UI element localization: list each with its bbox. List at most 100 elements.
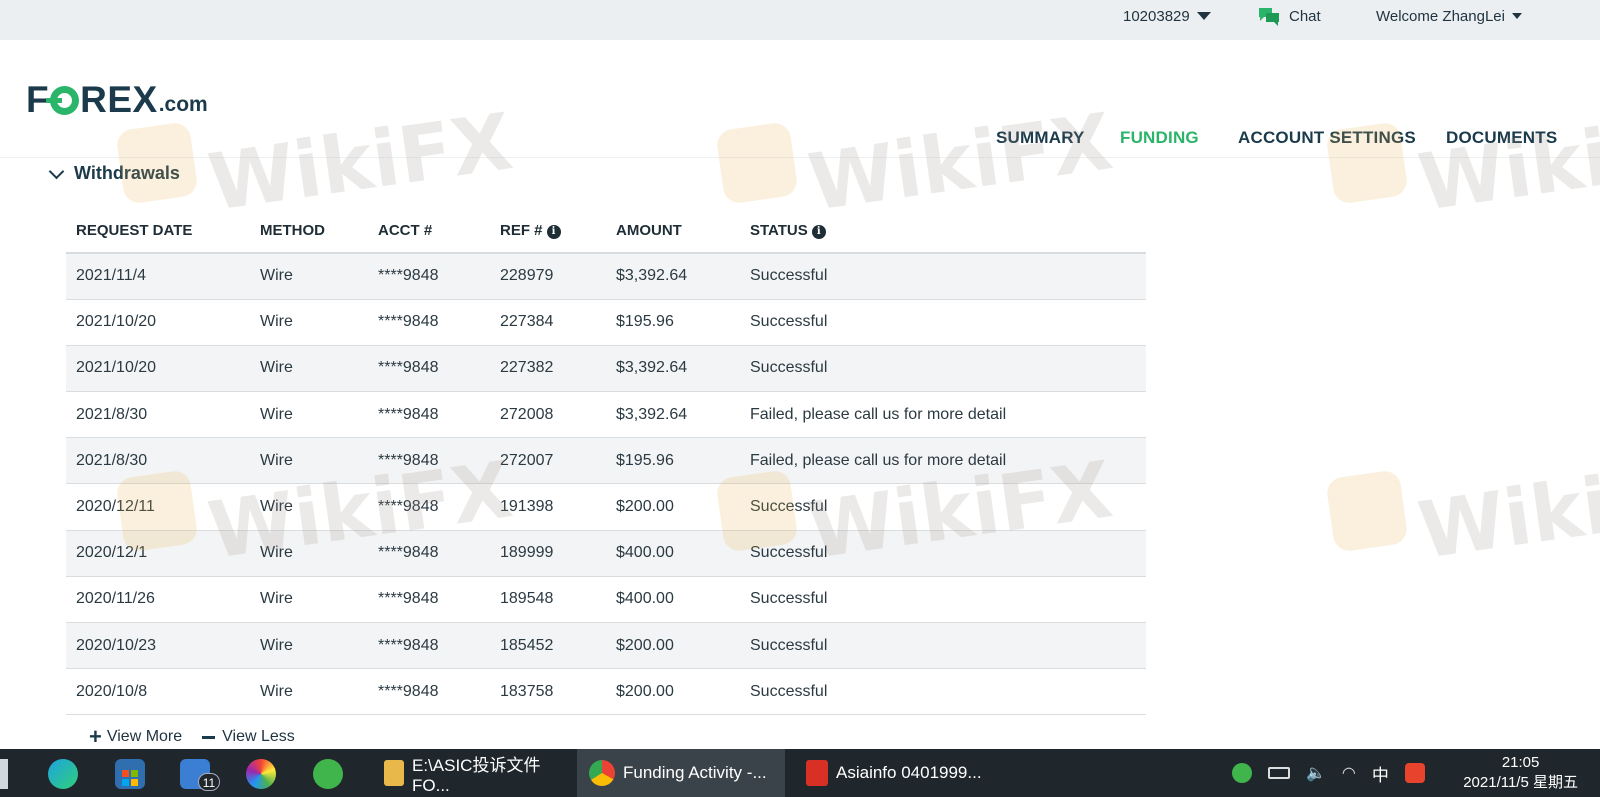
photos-app-icon[interactable]: [246, 759, 276, 789]
clock-date: 2021/11/5 星期五: [1463, 774, 1578, 791]
col-status: STATUS i: [740, 208, 1146, 254]
col-amount: AMOUNT: [606, 208, 740, 254]
cell-method: Wire: [250, 622, 368, 670]
nav-funding[interactable]: FUNDING: [1120, 128, 1199, 148]
col-method: METHOD: [250, 208, 368, 254]
table-row: 2021/10/20 Wire ****9848 227382 $3,392.64 Suc…: [66, 345, 1146, 393]
cell-date: 2021/10/20: [66, 345, 250, 393]
withdrawals-table: REQUEST DATE METHOD ACCT # REF # i AMOUNT…: [66, 208, 1146, 716]
cell-method: Wire: [250, 576, 368, 624]
cell-date: 2020/10/23: [66, 622, 250, 670]
cell-acct: ****9848: [368, 345, 490, 393]
cell-ref: 227382: [490, 345, 606, 393]
table-row: 2020/10/23 Wire ****9848 185452 $200.00 Succe…: [66, 622, 1146, 670]
nav-summary[interactable]: SUMMARY: [996, 128, 1085, 148]
watermark-logo-icon: [1325, 469, 1409, 553]
cell-ref: 189548: [490, 576, 606, 624]
cell-method: Wire: [250, 530, 368, 577]
info-icon[interactable]: i: [546, 224, 561, 239]
system-tray: 🔈 ◠ 中: [1232, 749, 1425, 797]
view-less-label: View Less: [222, 728, 295, 745]
ime-indicator[interactable]: 中: [1372, 761, 1389, 786]
welcome-text: Welcome ZhangLei: [1376, 7, 1505, 25]
nav-account-settings[interactable]: ACCOUNT SETTINGS: [1238, 128, 1416, 148]
chat-bubbles-icon: [1257, 5, 1281, 27]
cell-acct: ****9848: [368, 253, 490, 300]
watermark: WikiFX: [1325, 445, 1600, 577]
cell-status: Successful: [740, 299, 1146, 346]
cell-acct: ****9848: [368, 622, 490, 670]
cell-amount: $3,392.64: [606, 345, 740, 393]
pagination-controls: + View More View Less: [89, 726, 295, 748]
cell-acct: ****9848: [368, 437, 490, 485]
cell-acct: ****9848: [368, 668, 490, 716]
taskbar-app-label: Asiainfo 0401999...: [836, 763, 982, 782]
mail-icon[interactable]: 11: [180, 759, 220, 791]
cell-date: 2021/8/30: [66, 391, 250, 439]
col-acct: ACCT #: [368, 208, 490, 254]
table-row: 2020/11/26 Wire ****9848 189548 $400.00 Succe…: [66, 576, 1146, 624]
pdf-icon: [806, 760, 828, 786]
cell-status: Successful: [740, 345, 1146, 393]
clock-time: 21:05: [1501, 754, 1540, 771]
store-icon[interactable]: [115, 759, 145, 789]
col-request-date: REQUEST DATE: [66, 208, 250, 254]
taskbar-app-pdf[interactable]: Asiainfo 0401999...: [794, 749, 990, 797]
sogou-ime-icon[interactable]: [1404, 763, 1425, 783]
logo-o-icon: [46, 86, 80, 115]
cell-date: 2021/8/30: [66, 437, 250, 485]
wifi-icon[interactable]: ◠: [1342, 763, 1356, 783]
info-icon[interactable]: i: [811, 224, 826, 239]
chrome-icon: [589, 760, 615, 786]
cell-method: Wire: [250, 668, 368, 716]
view-more-button[interactable]: + View More: [89, 726, 182, 748]
cell-status: Failed, please call us for more detail: [740, 437, 1146, 485]
edge-browser-icon[interactable]: [48, 759, 78, 789]
start-button-icon[interactable]: [0, 759, 8, 789]
cell-method: Wire: [250, 391, 368, 439]
account-selector[interactable]: 10203829: [1123, 4, 1211, 28]
table-row: 2020/12/11 Wire ****9848 191398 $200.00 Succe…: [66, 483, 1146, 531]
cell-amount: $200.00: [606, 668, 740, 716]
taskbar-app-chrome[interactable]: Funding Activity -...: [577, 749, 785, 797]
cell-amount: $200.00: [606, 483, 740, 531]
table-row: 2021/10/20 Wire ****9848 227384 $195.96 Succe…: [66, 299, 1146, 346]
cell-status: Successful: [740, 253, 1146, 300]
nav-documents[interactable]: DOCUMENTS: [1446, 128, 1557, 148]
cell-method: Wire: [250, 483, 368, 531]
forex-logo[interactable]: F REX .com: [26, 81, 208, 118]
chevron-down-icon: [1196, 12, 1211, 20]
cell-method: Wire: [250, 299, 368, 346]
windows-taskbar: 11 E:\ASIC投诉文件FO... Funding Activity -..…: [0, 749, 1600, 797]
refresh-app-icon[interactable]: [313, 759, 343, 789]
logo-suffix: .com: [158, 93, 208, 116]
section-title: Withdrawals: [74, 162, 180, 183]
view-less-button[interactable]: View Less: [202, 728, 295, 746]
taskbar-app-explorer[interactable]: E:\ASIC投诉文件FO...: [372, 749, 568, 797]
chat-button[interactable]: Chat: [1257, 4, 1321, 28]
cell-status: Successful: [740, 483, 1146, 531]
withdrawals-toggle[interactable]: Withdrawals: [46, 160, 180, 186]
minus-icon: [202, 735, 216, 739]
battery-icon[interactable]: [1268, 767, 1290, 779]
cell-acct: ****9848: [368, 483, 490, 531]
cell-status: Successful: [740, 530, 1146, 577]
cell-acct: ****9848: [368, 576, 490, 624]
user-menu[interactable]: Welcome ZhangLei: [1376, 4, 1522, 28]
cell-date: 2021/11/4: [66, 253, 250, 300]
cell-acct: ****9848: [368, 299, 490, 346]
clock[interactable]: 21:05 2021/11/5 星期五: [1463, 753, 1578, 793]
cell-method: Wire: [250, 253, 368, 300]
chat-label: Chat: [1289, 7, 1321, 25]
cell-ref: 227384: [490, 299, 606, 346]
cell-method: Wire: [250, 437, 368, 485]
table-row: 2021/8/30 Wire ****9848 272007 $195.96 Failed…: [66, 437, 1146, 485]
taskbar-app-label: Funding Activity -...: [623, 763, 767, 782]
cell-status: Failed, please call us for more detail: [740, 391, 1146, 439]
security-icon[interactable]: [1232, 763, 1252, 783]
cell-amount: $3,392.64: [606, 253, 740, 300]
volume-icon[interactable]: 🔈: [1306, 763, 1326, 783]
table-row: 2020/12/1 Wire ****9848 189999 $400.00 Succes…: [66, 530, 1146, 577]
cell-ref: 189999: [490, 530, 606, 577]
cell-date: 2020/12/11: [66, 483, 250, 531]
